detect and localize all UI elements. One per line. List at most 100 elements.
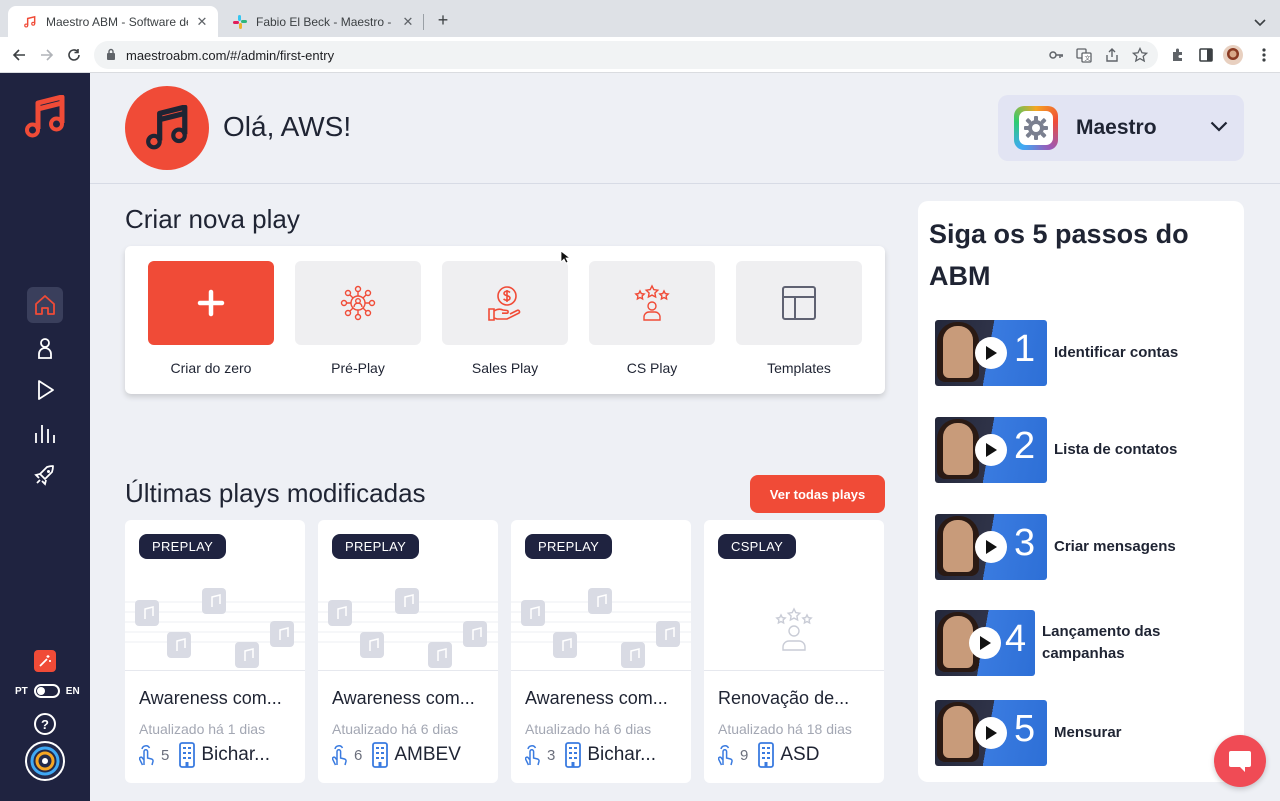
cs-play-option[interactable]: CS Play — [589, 261, 715, 376]
user-avatar[interactable] — [25, 741, 65, 781]
tab-title: Fabio El Beck - Maestro - Slac — [256, 14, 394, 29]
tab-search-chevron-icon[interactable] — [1254, 14, 1266, 32]
play-type-badge: PREPLAY — [332, 534, 420, 559]
sidebar-item-analytics[interactable] — [27, 415, 63, 451]
svg-text:文: 文 — [1085, 55, 1091, 63]
see-all-plays-button[interactable]: Ver todas plays — [750, 475, 885, 513]
reload-icon[interactable] — [64, 45, 84, 65]
step-label: Identificar contas — [1054, 344, 1179, 361]
account-name: Bichar... — [587, 744, 656, 765]
browser-tab-maestro[interactable]: Maestro ABM - Software de Ac ✕ — [8, 6, 218, 37]
play-meta: 5 Bichar... — [139, 742, 270, 768]
star-person-icon — [634, 284, 670, 321]
recent-plays-title: Últimas plays modificadas — [125, 478, 426, 508]
step-item[interactable]: 2 Lista de contatos — [935, 417, 1214, 483]
forward-arrow-icon[interactable] — [37, 45, 57, 65]
play-name: Renovação de... — [718, 688, 850, 708]
side-panel-icon[interactable] — [1196, 45, 1216, 65]
step-item[interactable]: 5 Mensurar — [935, 700, 1214, 766]
play-icon — [975, 337, 1007, 369]
sales-play-option[interactable]: Sales Play — [442, 261, 568, 376]
bookmark-star-icon[interactable] — [1131, 46, 1149, 66]
create-from-scratch-label: Criar do zero — [170, 360, 252, 376]
lock-icon — [106, 48, 116, 63]
play-type-badge: CSPLAY — [718, 534, 797, 559]
templates-label: Templates — [767, 360, 831, 376]
browser-menu-icon[interactable] — [1254, 45, 1274, 65]
pre-play-label: Pré-Play — [331, 360, 385, 376]
magic-wand-icon — [39, 655, 51, 667]
extensions-icon[interactable] — [1168, 45, 1188, 65]
play-name: Awareness com... — [332, 688, 475, 708]
play-card[interactable]: PREPLAY Awareness com... Atualizado há 6… — [318, 520, 498, 783]
maestro-music-logo-icon[interactable] — [25, 94, 65, 144]
profile-avatar[interactable] — [1223, 45, 1243, 65]
step-item[interactable]: 4 Lançamento das campanhas — [935, 610, 1202, 676]
create-from-scratch-tile[interactable] — [148, 261, 274, 345]
maestro-favicon-icon — [22, 14, 38, 30]
step-video-thumbnail[interactable]: 4 — [935, 610, 1035, 676]
play-updated-text: Atualizado há 6 dias — [332, 721, 459, 737]
back-arrow-icon[interactable] — [9, 45, 29, 65]
chat-bubble-icon — [1229, 751, 1251, 772]
key-icon[interactable] — [1048, 47, 1064, 66]
magic-wand-tool-button[interactable] — [34, 650, 56, 672]
templates-tile[interactable] — [736, 261, 862, 345]
play-meta: 3 Bichar... — [525, 742, 656, 768]
rocket-icon — [34, 465, 54, 486]
step-item[interactable]: 1 Identificar contas — [935, 320, 1214, 386]
step-item[interactable]: 3 Criar mensagens — [935, 514, 1214, 580]
sidebar-item-plays[interactable] — [27, 372, 63, 408]
tab-separator — [423, 14, 424, 30]
org-gear-icon — [30, 746, 60, 776]
cs-play-tile[interactable] — [589, 261, 715, 345]
translate-icon[interactable]: 文 — [1076, 47, 1092, 66]
browser-tab-slack[interactable]: Fabio El Beck - Maestro - Slac ✕ — [218, 6, 424, 37]
step-video-thumbnail[interactable]: 1 — [935, 320, 1047, 386]
create-from-scratch-option[interactable]: Criar do zero — [148, 261, 274, 376]
page-header: Olá, AWS! Maestro — [90, 73, 1280, 184]
play-card[interactable]: CSPLAY Renovação de... Atualizado há 18 … — [704, 520, 884, 783]
help-button[interactable]: ? — [34, 713, 56, 735]
language-toggle[interactable] — [33, 684, 60, 698]
building-icon — [565, 742, 582, 768]
play-card[interactable]: PREPLAY Awareness com... Atualizado há 6… — [511, 520, 691, 783]
sidebar-item-contacts[interactable] — [27, 330, 63, 366]
play-icon — [975, 531, 1007, 563]
templates-option[interactable]: Templates — [736, 261, 862, 376]
play-icon — [975, 717, 1007, 749]
play-thumbnail: PREPLAY — [125, 520, 305, 671]
address-bar[interactable]: maestroabm.com/#/admin/first-entry 文 — [94, 41, 1158, 69]
organization-selector[interactable]: Maestro — [998, 95, 1244, 161]
play-card[interactable]: PREPLAY Awareness com... Atualizado há 1… — [125, 520, 305, 783]
sales-play-label: Sales Play — [471, 360, 539, 376]
contacts-count: 5 — [161, 746, 170, 764]
step-number: 2 — [1014, 425, 1036, 467]
sidebar-item-home[interactable] — [27, 287, 63, 323]
chat-button[interactable] — [1214, 735, 1266, 787]
step-label: Lista de contatos — [1054, 441, 1178, 458]
language-switch[interactable]: PT EN — [15, 684, 80, 698]
create-play-title: Criar nova play — [125, 204, 300, 234]
step-label: Criar mensagens — [1054, 538, 1176, 555]
new-tab-button[interactable]: + — [434, 11, 452, 29]
tap-hand-icon — [139, 745, 154, 766]
money-hand-icon — [488, 286, 521, 321]
pre-play-tile[interactable] — [295, 261, 421, 345]
close-tab-icon[interactable]: ✕ — [400, 14, 416, 30]
step-video-thumbnail[interactable]: 3 — [935, 514, 1047, 580]
lang-pt-label: PT — [15, 685, 28, 697]
close-tab-icon[interactable]: ✕ — [194, 14, 210, 30]
sales-play-tile[interactable] — [442, 261, 568, 345]
abm-steps-panel: Siga os 5 passos do ABM 1 Identificar co… — [918, 201, 1244, 782]
pre-play-option[interactable]: Pré-Play — [295, 261, 421, 376]
step-video-thumbnail[interactable]: 5 — [935, 700, 1047, 766]
building-icon — [179, 742, 196, 768]
contacts-count: 3 — [547, 746, 556, 764]
sidebar-item-launch[interactable] — [27, 457, 63, 493]
share-icon[interactable] — [1104, 47, 1120, 66]
step-video-thumbnail[interactable]: 2 — [935, 417, 1047, 483]
account-avatar — [125, 86, 209, 170]
tap-hand-icon — [332, 745, 347, 766]
play-icon — [975, 434, 1007, 466]
